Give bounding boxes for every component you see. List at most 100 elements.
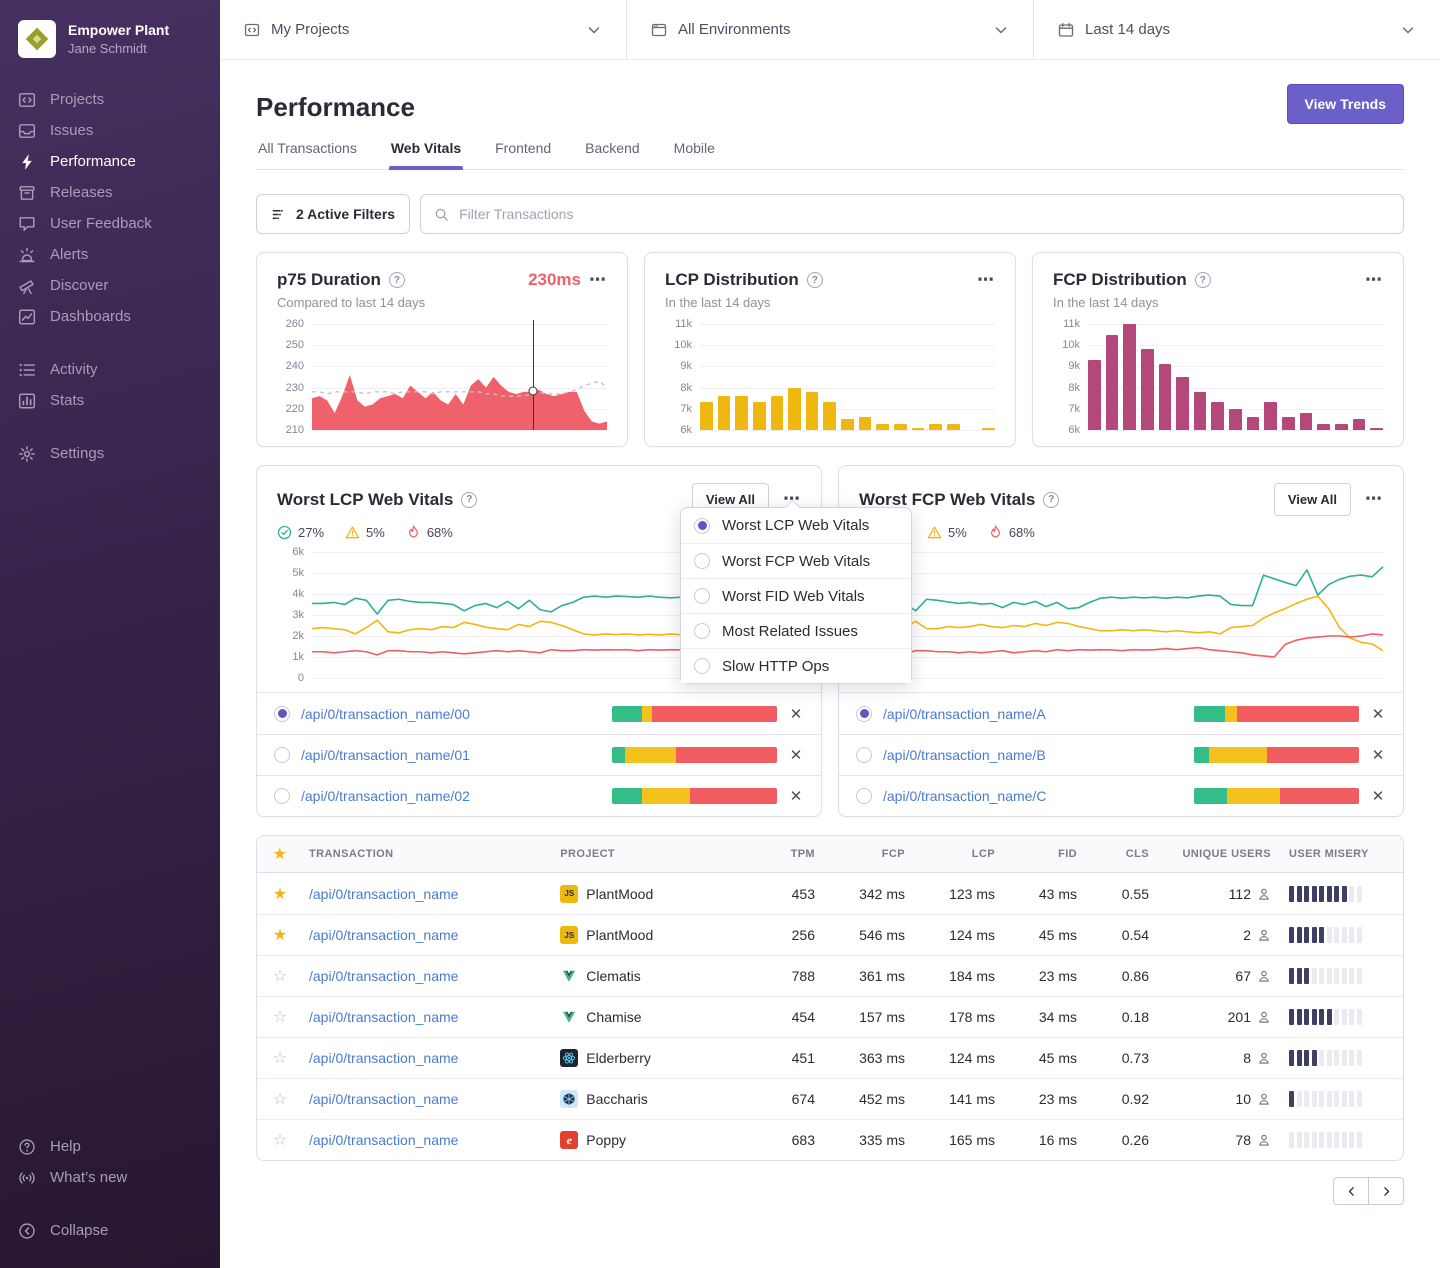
whatsnew-icon [18,1169,36,1187]
dropdown-option-most-related-issues[interactable]: Most Related Issues [681,613,911,648]
column-header-lcp[interactable]: LCP [911,848,995,860]
transaction-radio[interactable] [856,788,872,804]
transaction-link[interactable]: /api/0/transaction_name [309,968,554,984]
column-header-user-misery[interactable]: USER MISERY [1277,848,1389,860]
transaction-link[interactable]: /api/0/transaction_name [309,886,554,902]
environment-filter-dropdown[interactable]: All Environments [627,0,1034,59]
transaction-link[interactable]: /api/0/transaction_name [309,1009,554,1025]
question-icon[interactable]: ? [807,272,823,288]
sidebar-item-activity[interactable]: Activity [18,354,202,385]
project-cell[interactable]: JSPlantMood [560,926,749,944]
next-page-button[interactable] [1368,1177,1404,1205]
dropdown-option-worst-fid-web-vitals[interactable]: Worst FID Web Vitals [681,578,911,613]
star-column-header[interactable]: ★ [257,844,303,864]
tab-web-vitals[interactable]: Web Vitals [389,140,463,169]
option-radio[interactable] [694,658,710,674]
card-menu-button[interactable]: ⋯ [589,272,607,289]
transaction-link[interactable]: /api/0/transaction_name [309,1132,554,1148]
transaction-link[interactable]: /api/0/transaction_name [309,1050,554,1066]
sidebar-item-issues[interactable]: Issues [18,115,202,146]
sidebar-item-what-s-new[interactable]: What’s new [18,1162,202,1193]
question-icon[interactable]: ? [389,272,405,288]
option-radio[interactable] [694,623,710,639]
close-icon[interactable]: ✕ [788,705,804,723]
column-header-cls[interactable]: CLS [1083,848,1149,860]
question-icon[interactable]: ? [1043,492,1059,508]
dropdown-option-worst-lcp-web-vitals[interactable]: Worst LCP Web Vitals [681,508,911,543]
transaction-radio[interactable] [274,788,290,804]
question-icon[interactable]: ? [461,492,477,508]
tab-mobile[interactable]: Mobile [672,140,717,169]
project-cell[interactable]: Clematis [560,967,749,985]
close-icon[interactable]: ✕ [1370,705,1386,723]
org-switcher[interactable]: Empower Plant Jane Schmidt [0,0,220,84]
column-header-unique-users[interactable]: UNIQUE USERS [1155,848,1271,860]
project-cell[interactable]: Chamise [560,1008,749,1026]
transaction-link[interactable]: /api/0/transaction_name/02 [301,788,601,804]
card-menu-button[interactable]: ⋯ [1365,272,1383,289]
transaction-link[interactable]: /api/0/transaction_name/C [883,788,1183,804]
transaction-link[interactable]: /api/0/transaction_name/00 [301,706,601,722]
sidebar-item-settings[interactable]: Settings [18,438,202,469]
star-toggle[interactable]: ☆ [257,1089,303,1109]
star-toggle[interactable]: ★ [257,884,303,904]
sidebar-item-stats[interactable]: Stats [18,385,202,416]
date-range-dropdown[interactable]: Last 14 days [1034,0,1440,59]
column-header-transaction[interactable]: TRANSACTION [309,848,554,860]
tab-all-transactions[interactable]: All Transactions [256,140,359,169]
view-trends-button[interactable]: View Trends [1287,84,1404,124]
star-toggle[interactable]: ☆ [257,1048,303,1068]
sidebar-item-alerts[interactable]: Alerts [18,239,202,270]
column-header-fid[interactable]: FID [1001,848,1077,860]
close-icon[interactable]: ✕ [1370,787,1386,805]
view-all-button[interactable]: View All [1274,483,1351,516]
transaction-radio[interactable] [856,706,872,722]
good-percent: 27% [298,525,324,540]
option-radio[interactable] [694,518,710,534]
project-cell[interactable]: Elderberry [560,1049,749,1067]
star-toggle[interactable]: ★ [257,925,303,945]
project-cell[interactable]: JSPlantMood [560,885,749,903]
dropdown-option-worst-fcp-web-vitals[interactable]: Worst FCP Web Vitals [681,543,911,578]
sidebar-item-releases[interactable]: Releases [18,177,202,208]
transaction-link[interactable]: /api/0/transaction_name [309,927,554,943]
sidebar-item-projects[interactable]: Projects [18,84,202,115]
project-cell[interactable]: Baccharis [560,1090,749,1108]
sidebar-item-user-feedback[interactable]: User Feedback [18,208,202,239]
tab-frontend[interactable]: Frontend [493,140,553,169]
sidebar-item-performance[interactable]: Performance [18,146,202,177]
option-radio[interactable] [694,588,710,604]
previous-page-button[interactable] [1333,1177,1369,1205]
search-input[interactable] [459,206,1390,222]
option-radio[interactable] [694,553,710,569]
question-icon[interactable]: ? [1195,272,1211,288]
column-header-tpm[interactable]: TPM [755,848,815,860]
transaction-link[interactable]: /api/0/transaction_name/B [883,747,1183,763]
transaction-link[interactable]: /api/0/transaction_name/A [883,706,1183,722]
transaction-radio[interactable] [856,747,872,763]
close-icon[interactable]: ✕ [788,787,804,805]
sidebar-item-discover[interactable]: Discover [18,270,202,301]
column-header-fcp[interactable]: FCP [821,848,905,860]
transaction-radio[interactable] [274,747,290,763]
star-toggle[interactable]: ☆ [257,1130,303,1150]
active-filters-button[interactable]: 2 Active Filters [256,194,410,234]
user-misery-bar [1277,1009,1389,1025]
close-icon[interactable]: ✕ [1370,746,1386,764]
close-icon[interactable]: ✕ [788,746,804,764]
transaction-link[interactable]: /api/0/transaction_name [309,1091,554,1107]
sidebar-item-dashboards[interactable]: Dashboards [18,301,202,332]
tab-backend[interactable]: Backend [583,140,641,169]
sidebar-collapse-button[interactable]: Collapse [18,1215,202,1246]
project-cell[interactable]: ePoppy [560,1131,749,1149]
star-toggle[interactable]: ☆ [257,966,303,986]
card-menu-button[interactable]: ⋯ [977,272,995,289]
transaction-radio[interactable] [274,706,290,722]
column-header-project[interactable]: PROJECT [560,848,749,860]
transaction-link[interactable]: /api/0/transaction_name/01 [301,747,601,763]
star-toggle[interactable]: ☆ [257,1007,303,1027]
dropdown-option-slow-http-ops[interactable]: Slow HTTP Ops [681,648,911,683]
card-menu-button[interactable]: ⋯ [1365,491,1383,508]
sidebar-item-help[interactable]: Help [18,1131,202,1162]
project-filter-dropdown[interactable]: My Projects [220,0,627,59]
